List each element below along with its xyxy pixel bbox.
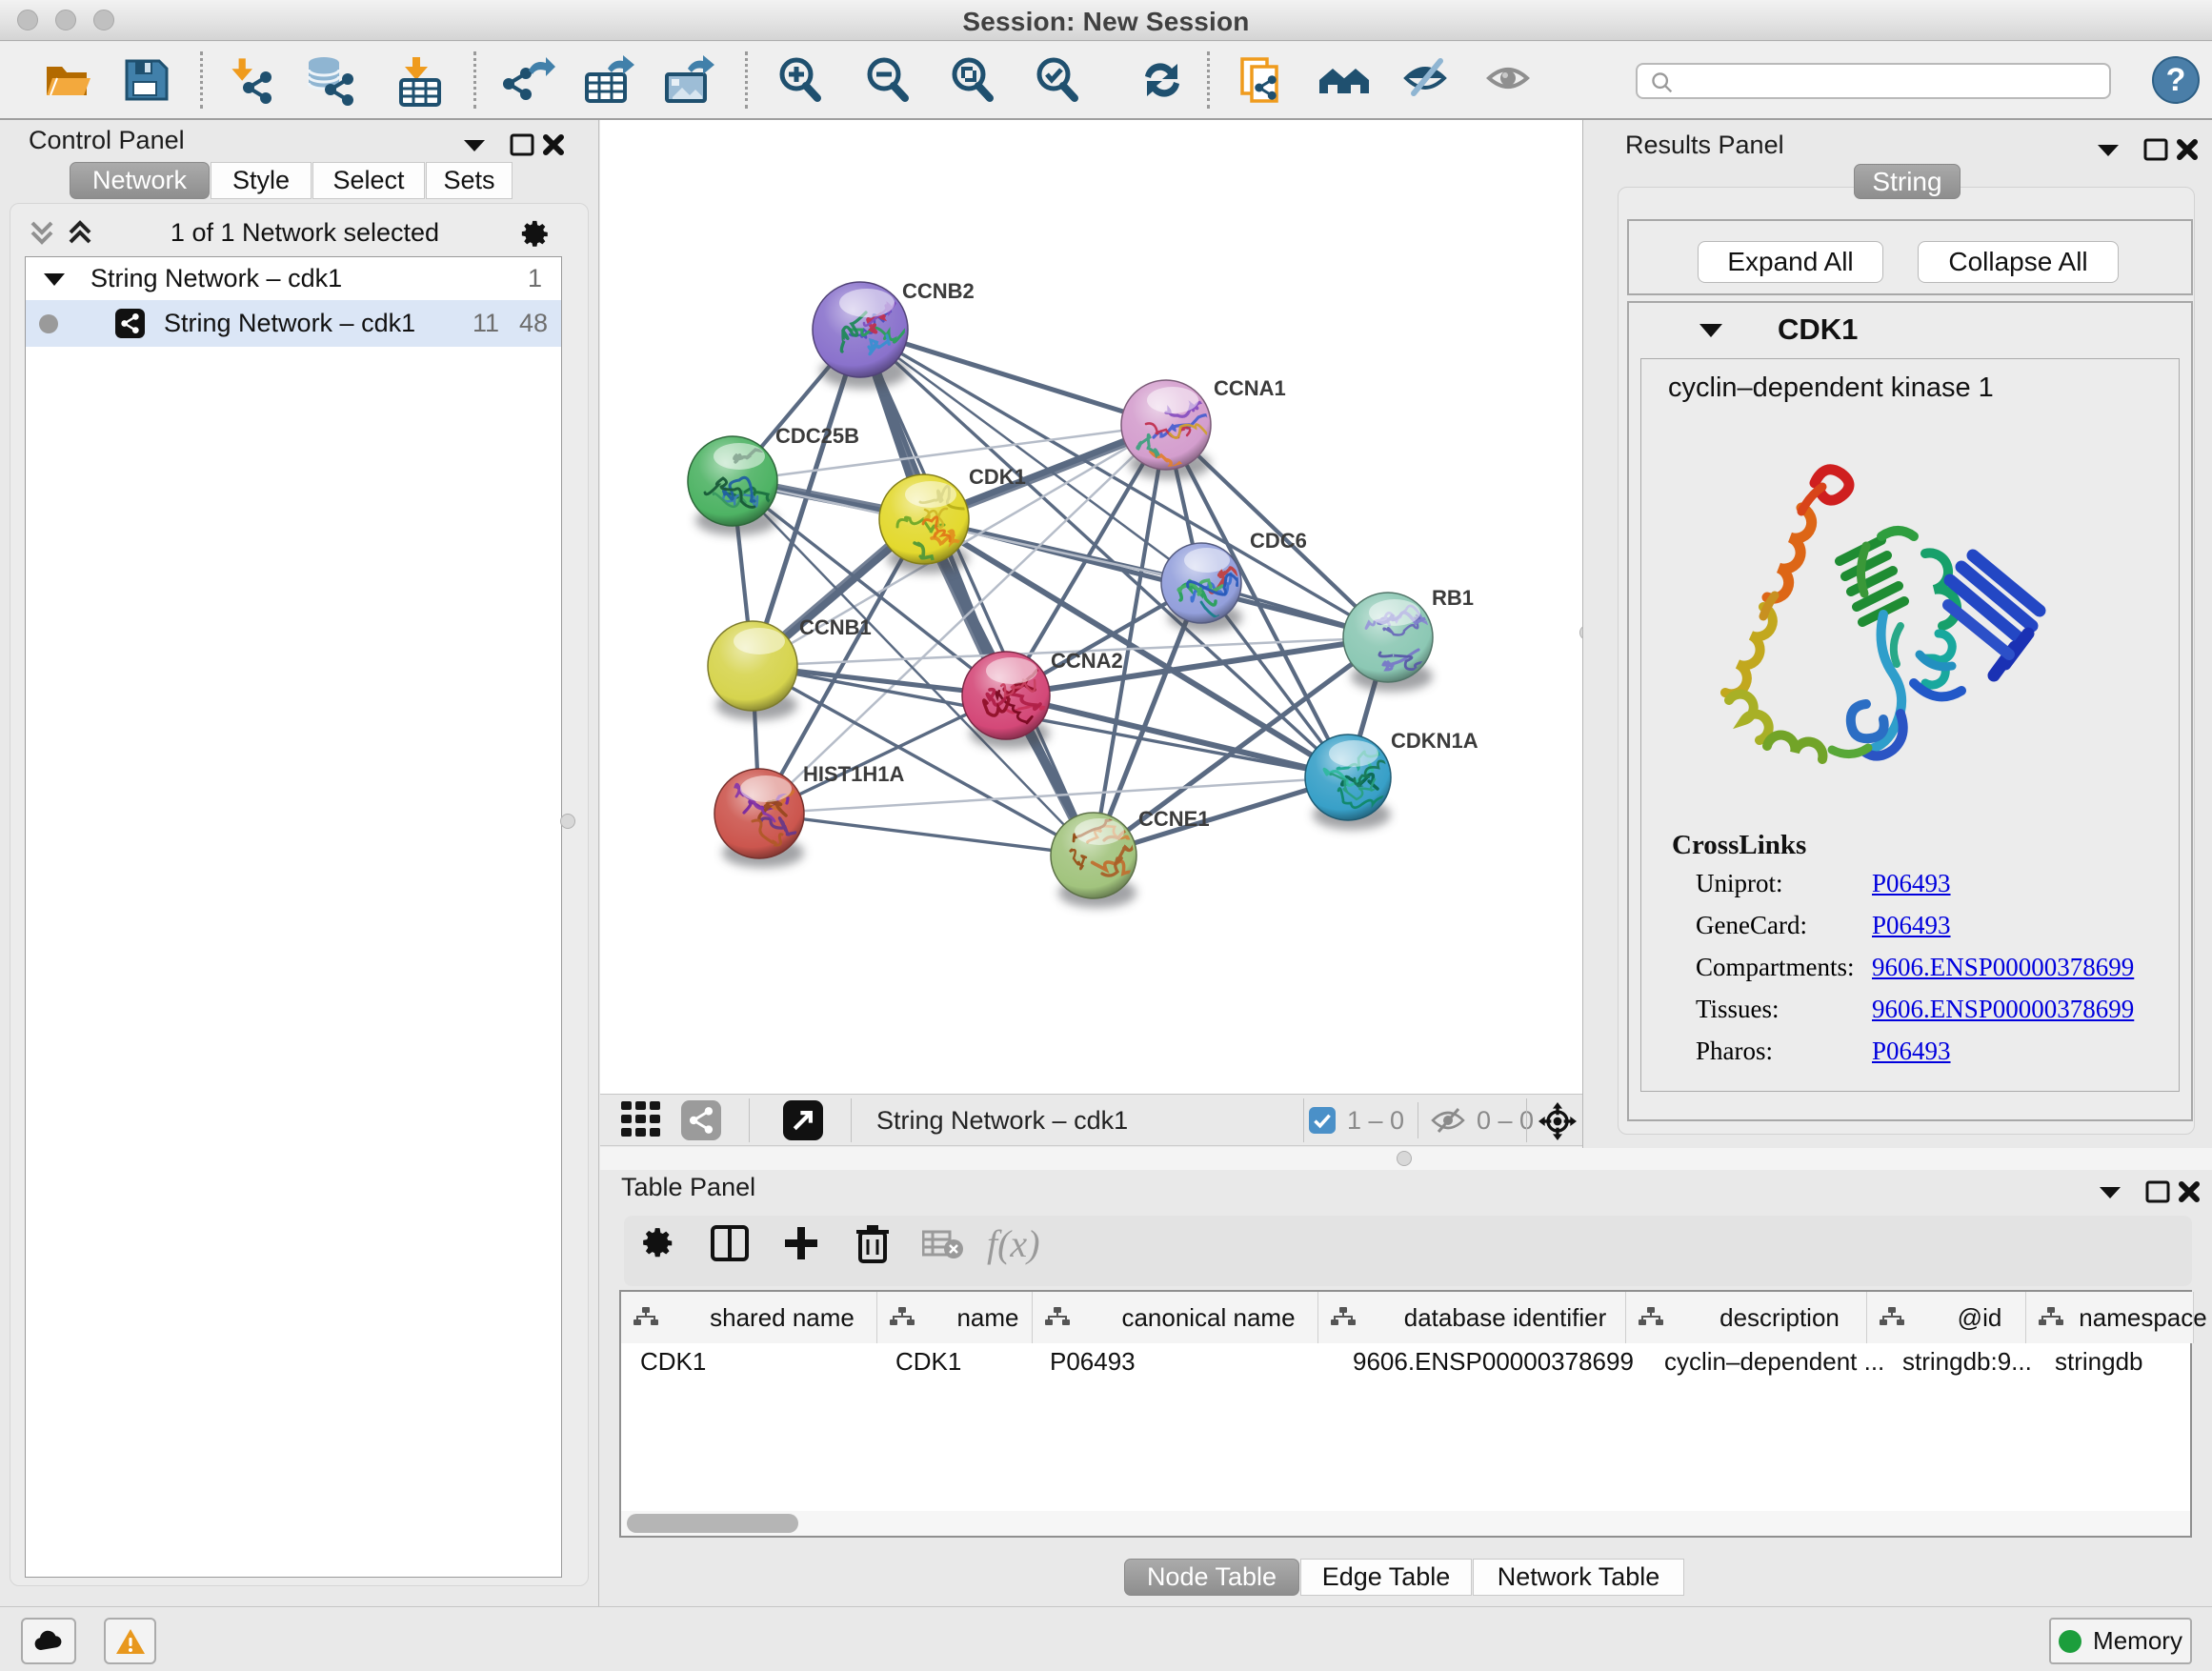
svg-text:CCNB2: CCNB2 [902,279,975,303]
svg-text:CDK1: CDK1 [969,465,1026,489]
svg-text:CCNE1: CCNE1 [1138,807,1210,831]
svg-text:HIST1H1A: HIST1H1A [803,762,904,786]
svg-text:?: ? [2166,62,2186,98]
svg-text:CCNB1: CCNB1 [799,615,872,639]
svg-text:CCNA2: CCNA2 [1051,649,1123,673]
svg-text:RB1: RB1 [1432,586,1474,610]
svg-text:CCNA1: CCNA1 [1214,376,1286,400]
svg-text:CDC25B: CDC25B [775,424,859,448]
svg-text:CDKN1A: CDKN1A [1391,729,1478,753]
svg-text:CDC6: CDC6 [1250,529,1307,553]
